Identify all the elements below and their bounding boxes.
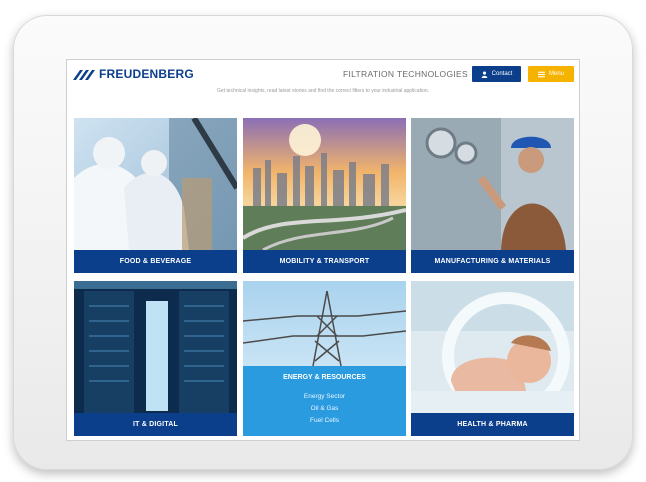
tile-it-digital[interactable]: IT & DIGITAL: [74, 281, 237, 436]
freudenberg-logo[interactable]: FREUDENBERG: [73, 67, 194, 81]
brand-name: FREUDENBERG: [99, 67, 194, 81]
tile-mobility-transport[interactable]: MOBILITY & TRANSPORT: [243, 118, 406, 273]
contact-label: Contact: [491, 71, 513, 77]
menu-label: Menu: [548, 71, 564, 77]
tile-label: IT & DIGITAL: [74, 413, 237, 436]
tile-energy-resources[interactable]: ENERGY & RESOURCES Energy Sector Oil & G…: [243, 281, 406, 436]
intro-text: Get technical insights, read latest stor…: [216, 88, 430, 94]
oil-gas-link[interactable]: Oil & Gas: [243, 405, 406, 412]
energy-sector-link[interactable]: Energy Sector: [243, 393, 406, 400]
tile-label: HEALTH & PHARMA: [411, 413, 574, 436]
tile-label: MANUFACTURING & MATERIALS: [411, 250, 574, 273]
freudenberg-logo-icon: [73, 70, 95, 80]
user-icon: [481, 71, 487, 78]
tile-manufacturing-materials[interactable]: MANUFACTURING & MATERIALS: [411, 118, 574, 273]
tile-label: MOBILITY & TRANSPORT: [243, 250, 406, 273]
tile-health-pharma[interactable]: HEALTH & PHARMA: [411, 281, 574, 436]
energy-panel: ENERGY & RESOURCES Energy Sector Oil & G…: [243, 366, 406, 436]
section-title[interactable]: FILTRATION TECHNOLOGIES: [343, 69, 468, 79]
site-header: FREUDENBERG FILTRATION TECHNOLOGIES Cont…: [67, 60, 579, 89]
menu-button[interactable]: Menu: [528, 66, 574, 82]
contact-button[interactable]: Contact: [472, 66, 521, 82]
tile-food-beverage[interactable]: FOOD & BEVERAGE: [74, 118, 237, 273]
screen: FREUDENBERG FILTRATION TECHNOLOGIES Cont…: [67, 60, 579, 440]
tile-label: ENERGY & RESOURCES: [283, 374, 366, 381]
hamburger-icon: [537, 71, 545, 77]
tile-label: FOOD & BEVERAGE: [74, 250, 237, 273]
fuel-cells-link[interactable]: Fuel Cells: [243, 417, 406, 424]
